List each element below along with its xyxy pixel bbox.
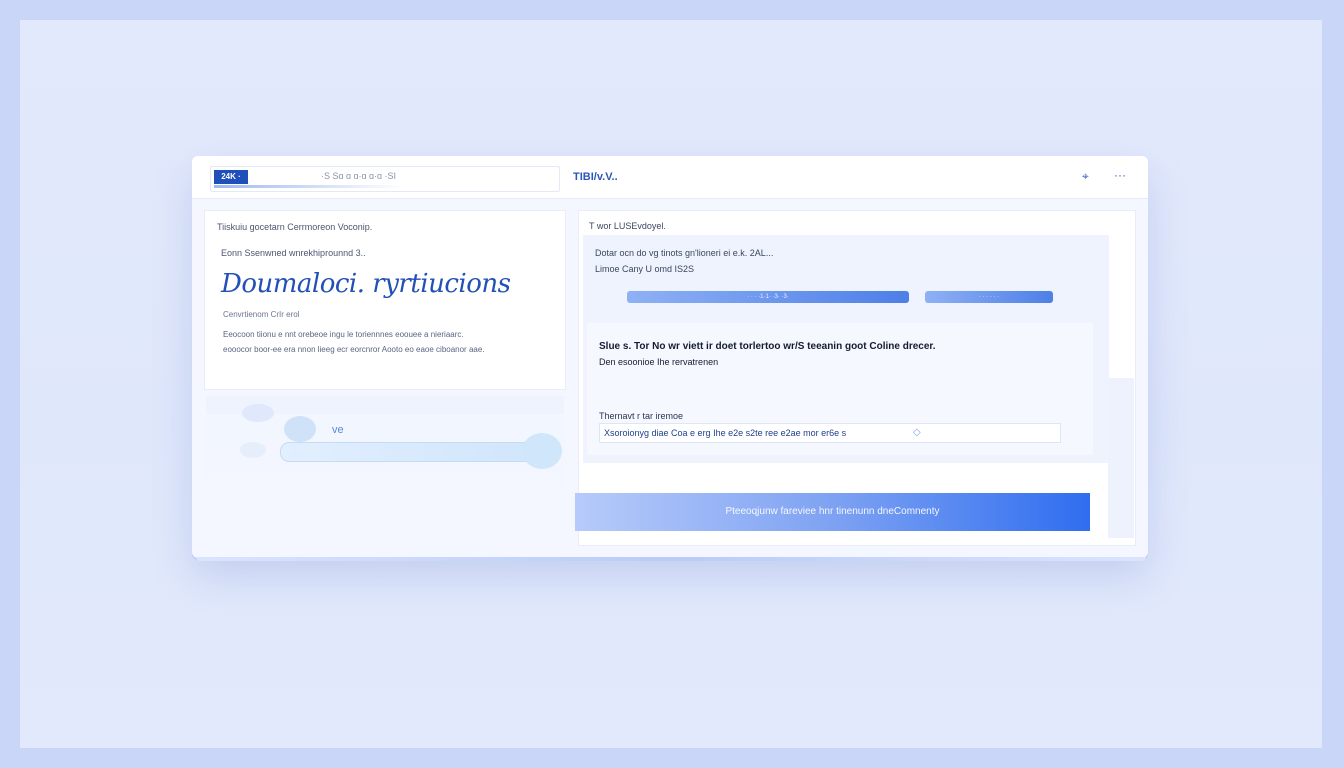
field-label: Thernavt r tar iremoe bbox=[599, 411, 684, 421]
notice-panel: Slue s. Tor No wr viett ir doet torlerto… bbox=[587, 323, 1093, 455]
left-sub-note: Eonn Ssenwned wnrekhiprounnd 3.. bbox=[221, 248, 366, 258]
left-desc-line-2: eooocor boor-ee era nnon lieeg ecr eorcn… bbox=[223, 345, 485, 354]
left-meta: Cenvrtienom CrIr erol bbox=[223, 310, 300, 319]
header-bar: 24K · ·S Sɑ ɑ ɑ·ɑ ɑ·ɑ ·SI TIBI/v.V.. ⌖ ·… bbox=[192, 156, 1148, 199]
left-info-card: Tiiskuiu gocetarn Cerrmoreon Voconip. Eo… bbox=[204, 210, 566, 390]
plug-icon bbox=[240, 442, 266, 458]
notice-sub: Den esoonioe Ihe rervatrenen bbox=[599, 357, 719, 367]
cloud-icon bbox=[242, 404, 274, 422]
window-bottom-accent bbox=[196, 557, 1146, 561]
right-edge-panel bbox=[1108, 378, 1134, 538]
text-input[interactable] bbox=[599, 423, 1061, 443]
brand-logo: 24K · bbox=[214, 170, 248, 184]
secondary-bar-button[interactable]: · · · · · · bbox=[925, 291, 1053, 303]
more-icon[interactable]: ··· bbox=[1114, 168, 1126, 182]
notice-line: Slue s. Tor No wr viett ir doet torlerto… bbox=[599, 341, 936, 352]
right-line-2: Limoe Cany U omd IS2S bbox=[595, 264, 695, 274]
progress-bar bbox=[280, 442, 560, 462]
primary-bar-button[interactable]: · · · ·1·1· ·3· ·3· bbox=[627, 291, 909, 303]
brand-search-field[interactable]: 24K · ·S Sɑ ɑ ɑ·ɑ ɑ·ɑ ·SI bbox=[210, 166, 560, 192]
primary-cta-button[interactable]: Pteeoqjunw fareviee hnr tinenunn dneComn… bbox=[575, 493, 1090, 531]
right-section-title: T wor LUSEvdoyel. bbox=[589, 221, 666, 231]
left-progress-area: ve bbox=[206, 396, 564, 542]
right-inner-panel: Dotar ocn do vg tinots gn'lioneri ei e.k… bbox=[583, 235, 1109, 463]
left-desc-line-1: Eeocoon tiionu e nnt orebeoe ingu le tor… bbox=[223, 330, 464, 339]
header-title: TIBI/v.V.. bbox=[573, 171, 618, 183]
left-top-note: Tiiskuiu gocetarn Cerrmoreon Voconip. bbox=[217, 222, 373, 232]
globe-icon bbox=[284, 416, 316, 442]
logo-underline bbox=[214, 185, 404, 188]
brand-text: ·S Sɑ ɑ ɑ·ɑ ɑ·ɑ ·SI bbox=[321, 171, 397, 181]
diamond-icon: ◇ bbox=[913, 427, 921, 438]
progress-knob[interactable] bbox=[522, 433, 562, 469]
left-headline: Doumaloci. ryrtiucions bbox=[221, 269, 511, 299]
right-line-1: Dotar ocn do vg tinots gn'lioneri ei e.k… bbox=[595, 248, 774, 258]
pin-icon[interactable]: ⌖ bbox=[1082, 169, 1089, 184]
app-window: 24K · ·S Sɑ ɑ ɑ·ɑ ɑ·ɑ ·SI TIBI/v.V.. ⌖ ·… bbox=[192, 156, 1148, 558]
progress-label: ve bbox=[332, 424, 344, 436]
